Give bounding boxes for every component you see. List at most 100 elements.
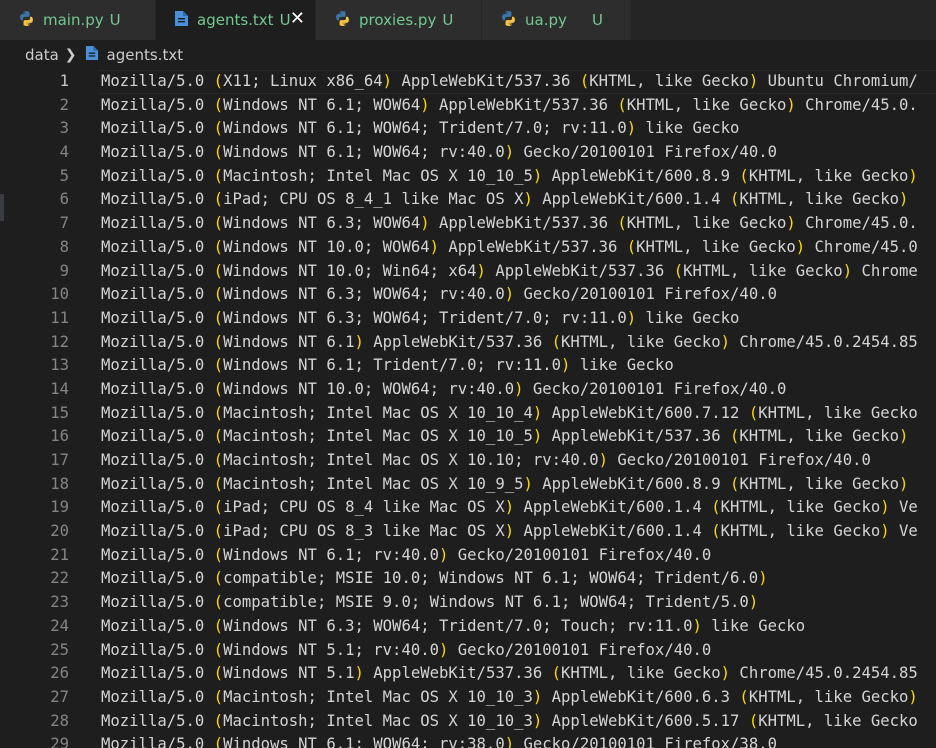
code-token: AppleWebKit/600.1.4 <box>514 498 712 517</box>
tab-ua-py[interactable]: ua.py U <box>482 0 632 40</box>
code-token: Macintosh; Intel Mac OS X 10_10_5 <box>223 166 533 185</box>
open-paren: ( <box>213 545 224 564</box>
code-token: Mozilla/5.0 <box>101 664 214 683</box>
code-token: KHTML, like Gecko <box>683 261 843 280</box>
code-token: Windows NT 10.0; WOW64 <box>223 237 430 256</box>
code-line: 6 Mozilla/5.0 (iPad; CPU OS 8_4_1 like Ma… <box>0 188 936 212</box>
code-token: Windows NT 5.1 <box>223 664 355 683</box>
tab-proxies-py[interactable]: proxies.py U <box>316 0 482 40</box>
line-text: Mozilla/5.0 (Windows NT 6.3; WOW64; Trid… <box>101 615 805 639</box>
code-token: Mozilla/5.0 <box>101 190 214 209</box>
code-token: AppleWebKit/600.5.17 <box>542 711 749 730</box>
code-token: Mozilla/5.0 <box>101 474 214 493</box>
open-paren: ( <box>213 522 224 541</box>
code-line: 3 Mozilla/5.0 (Windows NT 6.1; WOW64; Tri… <box>0 117 936 141</box>
code-line: 13 Mozilla/5.0 (Windows NT 6.1; Trident/7… <box>0 354 936 378</box>
line-text: Mozilla/5.0 (Macintosh; Intel Mac OS X 1… <box>101 473 908 497</box>
code-line: 2 Mozilla/5.0 (Windows NT 6.1; WOW64) App… <box>0 94 936 118</box>
close-paren: ) <box>786 214 796 233</box>
code-token: Windows NT 6.1 <box>223 332 355 351</box>
tab-label: ua.py <box>525 11 567 29</box>
code-line: 21 Mozilla/5.0 (Windows NT 6.1; rv:40.0) … <box>0 544 936 568</box>
close-paren: ) <box>504 522 515 541</box>
close-paren: ) <box>532 711 543 730</box>
close-paren: ) <box>514 379 524 398</box>
close-icon[interactable]: ✕ <box>290 8 305 30</box>
code-token: KHTML, like Gecko <box>561 664 721 683</box>
code-token: AppleWebKit/600.1.4 <box>532 190 731 209</box>
code-line: 16 Mozilla/5.0 (Macintosh; Intel Mac OS X… <box>0 425 936 449</box>
tab-main-py[interactable]: main.py U <box>0 0 156 40</box>
open-paren: ( <box>739 166 749 185</box>
tab-label: proxies.py <box>359 11 437 29</box>
code-token: Gecko/20100101 Firefox/40.0 <box>448 640 712 659</box>
open-paren: ( <box>730 427 740 446</box>
line-number: 23 <box>50 593 69 612</box>
code-line: 1 Mozilla/5.0 (X11; Linux x86_64) AppleWe… <box>0 70 936 94</box>
code-token: Mozilla/5.0 <box>101 616 214 635</box>
code-token: KHTML, like Gecko <box>561 332 721 351</box>
code-token: AppleWebKit/600.6.3 <box>542 687 740 706</box>
python-icon <box>334 10 351 31</box>
code-token: compatible; MSIE 9.0; Windows NT 6.1; WO… <box>223 593 749 612</box>
close-paren: ) <box>880 498 890 517</box>
line-number: 11 <box>50 308 69 327</box>
open-paren: ( <box>673 261 684 280</box>
code-token: Macintosh; Intel Mac OS X 10_10_3 <box>223 711 533 730</box>
close-paren: ) <box>382 72 393 90</box>
open-paren: ( <box>213 498 224 517</box>
code-line: 11 Mozilla/5.0 (Windows NT 6.3; WOW64; Tr… <box>0 307 936 331</box>
code-token: Windows NT 6.3; WOW64; rv:40.0 <box>223 285 505 304</box>
close-paren: ) <box>598 451 608 469</box>
close-paren: ) <box>880 522 890 541</box>
open-paren: ( <box>579 72 590 90</box>
breadcrumb-file[interactable]: agents.txt <box>107 46 184 64</box>
close-paren: ) <box>439 545 449 564</box>
code-token: AppleWebKit/537.36 <box>429 95 618 114</box>
close-paren: ) <box>354 332 364 351</box>
line-text: Mozilla/5.0 (Windows NT 6.1; rv:40.0) Ge… <box>101 544 711 568</box>
open-paren: ( <box>213 640 224 659</box>
code-token: Mozilla/5.0 <box>101 95 214 114</box>
close-paren: ) <box>720 664 731 683</box>
code-token: KHTML, like Gecko <box>626 214 787 233</box>
tab-label: main.py <box>43 11 104 29</box>
code-token: X11; Linux x86_64 <box>223 72 383 90</box>
code-token: Macintosh; Intel Mac OS X 10_9_5 <box>223 474 524 493</box>
open-paren: ( <box>213 403 224 422</box>
code-token: AppleWebKit/537.36 <box>542 427 731 446</box>
line-number: 2 <box>59 95 69 114</box>
code-token: Mozilla/5.0 <box>101 593 214 612</box>
code-token: Windows NT 6.3; WOW64 <box>223 214 421 233</box>
line-number: 20 <box>50 522 69 541</box>
open-paren: ( <box>213 735 224 748</box>
code-token: AppleWebKit/537.36 <box>439 237 627 256</box>
line-number: 18 <box>50 474 69 493</box>
open-paren: ( <box>213 616 224 635</box>
close-paren: ) <box>899 190 909 209</box>
code-line: 27 Mozilla/5.0 (Macintosh; Intel Mac OS X… <box>0 686 936 710</box>
untracked-badge: U <box>279 11 291 29</box>
line-number: 7 <box>59 214 69 233</box>
code-token: Windows NT 6.1; WOW64; rv:38.0 <box>223 735 505 748</box>
code-token: Windows NT 6.1; WOW64; Trident/7.0; rv:1… <box>223 119 627 138</box>
open-paren: ( <box>213 190 224 209</box>
code-token: Gecko/20100101 Firefox/40.0 <box>514 143 777 162</box>
open-paren: ( <box>213 214 224 233</box>
code-token: Windows NT 10.0; Win64; x64 <box>223 261 477 280</box>
code-line: 25 Mozilla/5.0 (Windows NT 5.1; rv:40.0) … <box>0 639 936 663</box>
tab-agents-txt[interactable]: agents.txt U ✕ <box>156 0 316 40</box>
code-token: Mozilla/5.0 <box>101 687 214 706</box>
code-editor[interactable]: 1 Mozilla/5.0 (X11; Linux x86_64) AppleWe… <box>0 70 936 748</box>
chevron-right-icon: ❯ <box>64 47 77 63</box>
line-text: Mozilla/5.0 (Windows NT 10.0; WOW64) App… <box>101 236 918 260</box>
code-token: AppleWebKit/600.8.9 <box>532 474 731 493</box>
file-icon <box>85 45 99 65</box>
code-token: AppleWebKit/537.36 <box>392 72 580 90</box>
line-text: Mozilla/5.0 (Windows NT 10.0; Win64; x64… <box>101 260 918 284</box>
code-token: Mozilla/5.0 <box>101 119 214 138</box>
close-paren: ) <box>504 735 515 748</box>
line-number: 14 <box>50 379 69 398</box>
line-text: Mozilla/5.0 (iPad; CPU OS 8_4_1 like Mac… <box>101 188 908 212</box>
breadcrumb-folder[interactable]: data <box>25 46 59 64</box>
